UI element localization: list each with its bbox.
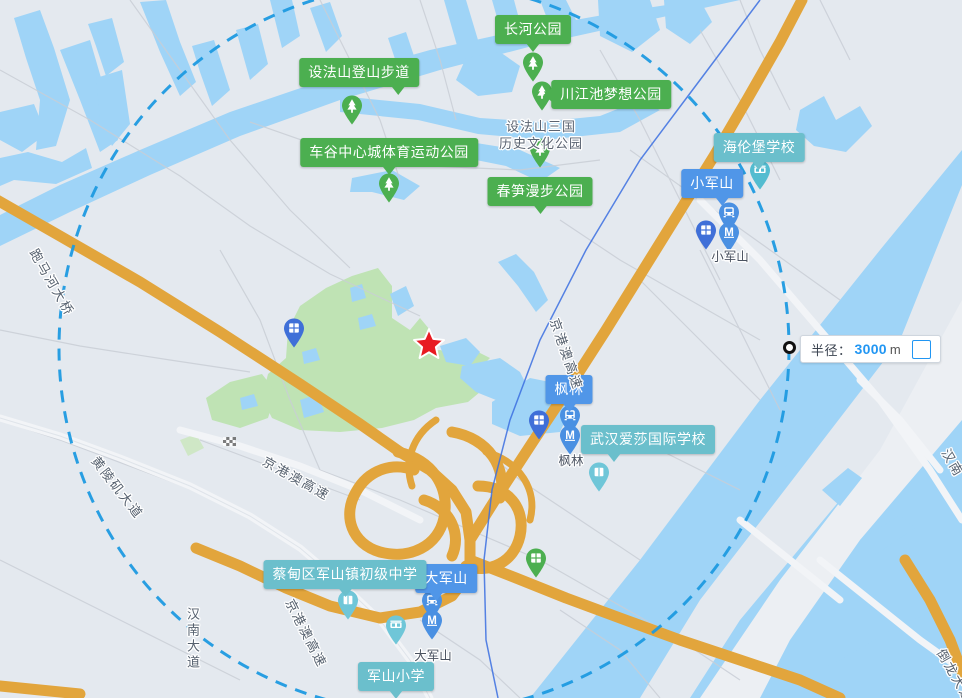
pin-junshan-primary[interactable] [385,615,407,645]
radius-control[interactable]: 半径： 3000 m [800,335,941,363]
pin-fenglin-bldg[interactable] [528,410,550,440]
map-label-helunbao-school[interactable]: 海伦堡学校 [713,133,805,170]
map-label-chuanjiangchi-park[interactable]: 川江池梦想公园 [543,80,671,109]
map-label-text: 海伦堡学校 [722,139,796,155]
pin-shefashan-trail[interactable] [341,95,363,125]
radius-checkbox[interactable] [911,339,931,359]
school-icon [390,620,402,628]
pin-green-building[interactable] [525,548,547,578]
pin-center-building[interactable] [283,318,305,348]
school2-icon [343,595,353,605]
map-text-shefashan-sanguo: 设法山三国历史文化公园 [499,118,583,152]
poi-name-poi-xiaojunshan: 小军山 [711,250,749,264]
map-label-caidian-middle[interactable]: 蔡甸区军山镇初级中学 [263,560,427,597]
radius-unit: m [889,341,901,357]
map-label-text: 武汉爱莎国际学校 [590,431,706,447]
map-label-text: 长河公园 [504,21,562,37]
radius-label: 半径： [811,342,852,358]
map-text-line1: 设法山三国 [505,119,577,134]
map-label-shefashan-trail[interactable]: 设法山登山步道 [299,58,419,95]
poi-name-poi-fenglin: 枫林 [558,454,584,468]
map-label-junshan-primary[interactable]: 军山小学 [358,662,434,698]
map-label-changhe-park[interactable]: 长河公园 [495,15,571,52]
radius-value: 3000 [854,341,887,357]
center-star-marker [412,327,446,365]
radius-drag-handle[interactable] [783,341,796,354]
metro-icon: M [565,430,575,442]
road-name-hannan-ave: 汉南大道 [185,607,200,671]
pin-changhe-park[interactable] [522,52,544,82]
building-icon-pin-body [529,410,549,440]
map-label-text: 小军山 [690,175,734,191]
pin-aisha-school[interactable] [588,462,610,492]
building-icon [289,323,299,333]
pin-dajunshan-metro[interactable]: M [421,610,443,640]
building-icon [534,415,544,425]
building-icon [701,225,711,235]
map-label-text: 军山小学 [367,668,425,684]
map-label-text: 大军山 [424,570,468,586]
poi-name-poi-dajunshan: 大军山 [414,649,452,663]
map-label-aisha-school[interactable]: 武汉爱莎国际学校 [581,425,715,462]
map-label-text: 春笋漫步公园 [496,183,584,199]
map-label-chunsun-park[interactable]: 春笋漫步公园 [487,177,593,214]
school2-icon [594,467,604,477]
school-icon-pin-body [386,615,406,645]
racing-flag-icon [223,437,236,446]
building-icon [531,553,541,563]
map-label-xiaojunshan[interactable]: 小军山 [681,169,743,206]
map-text-line2: 历史文化公园 [498,136,584,151]
school2-icon-pin-body [589,462,609,492]
star-icon [413,328,445,359]
pin-chegu-park[interactable] [378,173,400,203]
map-label-text: 川江池梦想公园 [560,86,662,102]
map-label-text: 车谷中心城体育运动公园 [309,144,469,160]
map-label-chegu-sports-park[interactable]: 车谷中心城体育运动公园 [300,138,478,175]
map-canvas[interactable]: MMM 长河公园 设法山登山步道 川江池梦想公园 车谷中心城体育运动公园 春笋漫步公园小… [0,0,962,698]
building-icon-pin-body [526,548,546,578]
building-icon-pin-body [284,318,304,348]
metro-icon: M [724,227,734,239]
map-label-text: 蔡甸区军山镇初级中学 [272,566,418,582]
map-label-text: 设法山登山步道 [308,64,410,80]
metro-icon: M [427,615,437,627]
